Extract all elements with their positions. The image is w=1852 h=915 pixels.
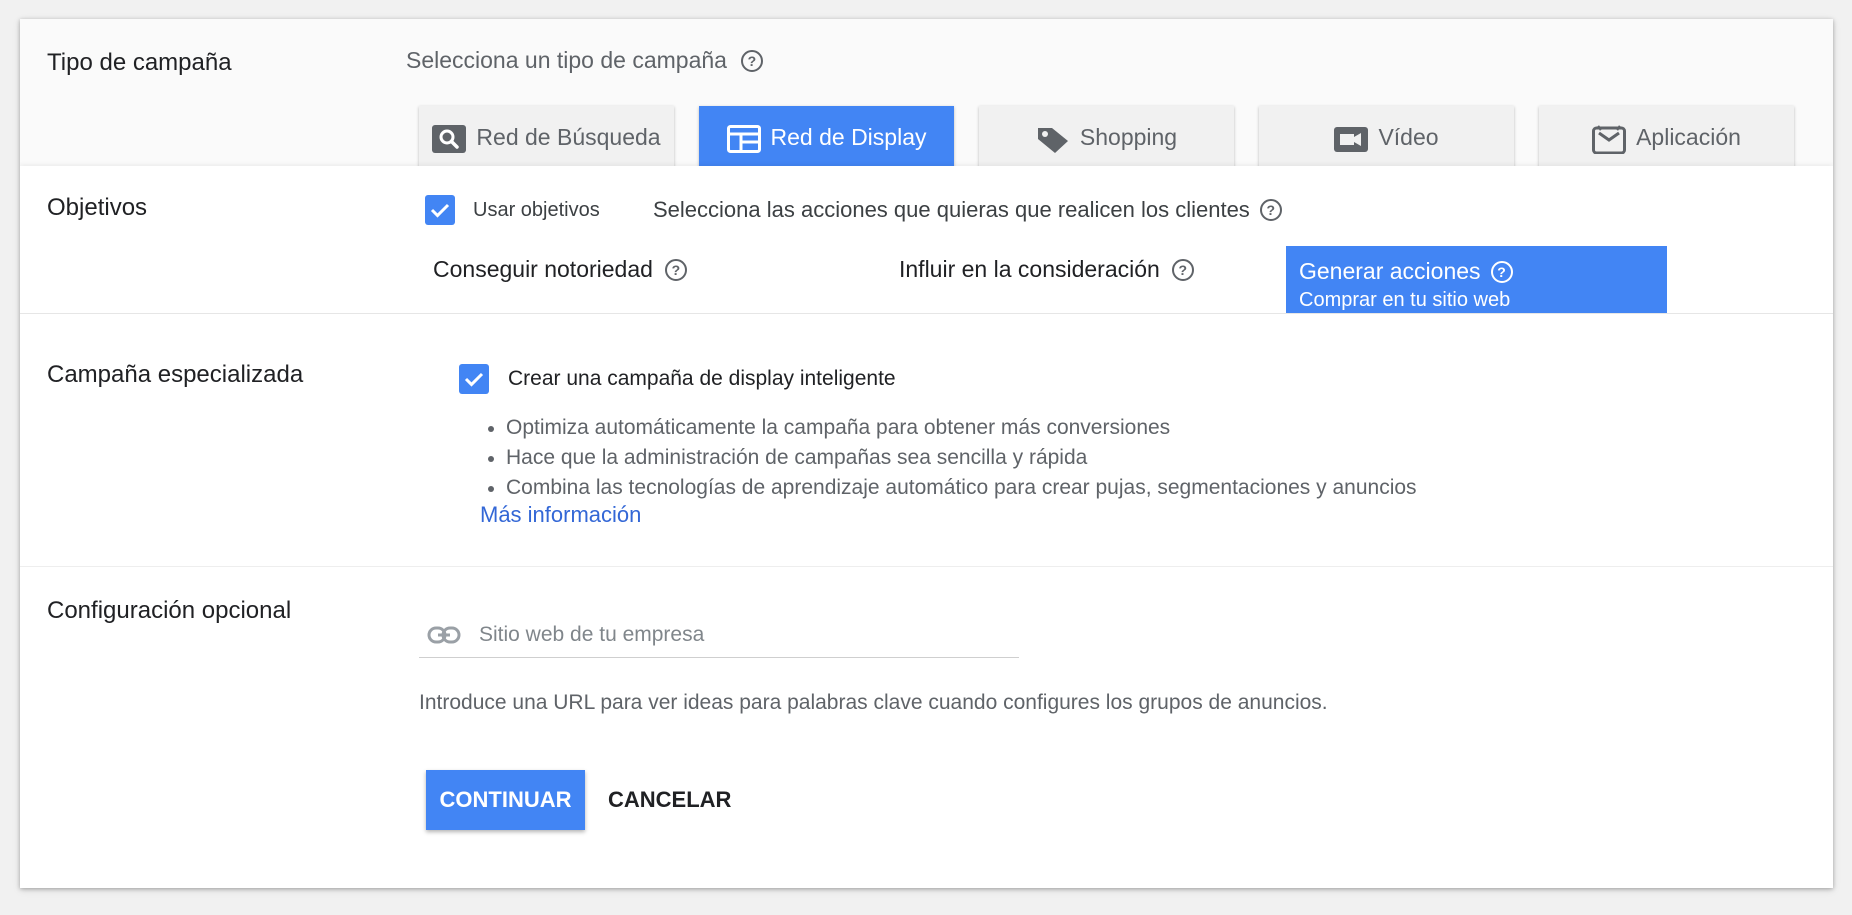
- display-icon: [726, 125, 761, 153]
- optional-title: Configuración opcional: [47, 597, 292, 624]
- website-input[interactable]: [479, 623, 979, 647]
- smart-display-label: Crear una campaña de display inteligente: [508, 367, 896, 390]
- tab-shopping[interactable]: Shopping: [979, 106, 1234, 166]
- tab-video[interactable]: Vídeo: [1259, 106, 1514, 166]
- checkbox-checked-icon[interactable]: [459, 364, 489, 394]
- specialized-campaign-section: Campaña especializada Crear una campaña …: [20, 313, 1833, 566]
- smart-display-checkbox[interactable]: Crear una campaña de display inteligente: [459, 364, 896, 394]
- campaign-type-title: Tipo de campaña: [47, 49, 232, 76]
- goal-label: Conseguir notoriedad: [433, 256, 653, 282]
- campaign-type-tabs: Red de Búsqueda Red de Display Shopping: [419, 106, 1794, 166]
- goal-action-selected[interactable]: Generar acciones ? Comprar en tu sitio w…: [1286, 246, 1667, 313]
- goal-selected-subtitle: Comprar en tu sitio web: [1299, 289, 1511, 311]
- campaign-card: Tipo de campaña Selecciona un tipo de ca…: [20, 19, 1833, 888]
- optional-config-section: Configuración opcional Introduce una URL…: [20, 566, 1833, 888]
- tag-icon: [1037, 128, 1068, 153]
- objectives-description-text: Selecciona las acciones que quieras que …: [653, 197, 1250, 222]
- checkbox-checked-icon[interactable]: [425, 195, 455, 225]
- tab-app[interactable]: Aplicación: [1539, 106, 1794, 166]
- tab-label: Red de Búsqueda: [476, 124, 661, 150]
- use-objectives-checkbox[interactable]: Usar objetivos: [425, 195, 600, 225]
- campaign-type-subtitle: Selecciona un tipo de campaña ?: [406, 47, 763, 74]
- continue-button[interactable]: CONTINUAR: [426, 770, 585, 830]
- objectives-section: Objetivos Usar objetivos Selecciona las …: [20, 166, 1833, 313]
- help-icon[interactable]: ?: [664, 258, 687, 281]
- website-field[interactable]: [419, 613, 1019, 658]
- tab-display-network[interactable]: Red de Display: [699, 106, 954, 166]
- website-hint: Introduce una URL para ver ideas para pa…: [419, 691, 1328, 714]
- link-icon: [427, 626, 461, 644]
- tab-label: Red de Display: [770, 124, 927, 150]
- video-icon: [1334, 127, 1369, 152]
- help-icon[interactable]: ?: [1490, 260, 1513, 283]
- goal-awareness[interactable]: Conseguir notoriedad ?: [433, 256, 687, 283]
- app-icon: [1592, 125, 1627, 154]
- more-info-link[interactable]: Más información: [480, 502, 641, 528]
- list-item: Combina las tecnologías de aprendizaje a…: [488, 473, 1417, 503]
- tab-search-network[interactable]: Red de Búsqueda: [419, 106, 674, 166]
- help-icon[interactable]: ?: [1171, 258, 1194, 281]
- cancel-button[interactable]: CANCELAR: [608, 770, 731, 830]
- goal-consideration[interactable]: Influir en la consideración ?: [899, 256, 1194, 283]
- campaign-type-section: Tipo de campaña Selecciona un tipo de ca…: [20, 19, 1833, 166]
- objectives-description: Selecciona las acciones que quieras que …: [653, 197, 1282, 223]
- help-icon[interactable]: ?: [1259, 199, 1282, 221]
- list-item: Optimiza automáticamente la campaña para…: [488, 413, 1417, 443]
- specialized-title: Campaña especializada: [47, 361, 304, 388]
- goal-selected-title: Generar acciones ?: [1299, 258, 1654, 285]
- objectives-title: Objetivos: [47, 194, 148, 221]
- tab-label: Shopping: [1079, 124, 1178, 150]
- goal-label: Generar acciones: [1299, 258, 1481, 284]
- search-icon: [432, 125, 467, 153]
- list-item: Hace que la administración de campañas s…: [488, 443, 1417, 473]
- campaign-type-subtitle-text: Selecciona un tipo de campaña: [406, 47, 727, 73]
- help-icon[interactable]: ?: [740, 49, 763, 72]
- benefits-list: Optimiza automáticamente la campaña para…: [488, 413, 1417, 503]
- goal-label: Influir en la consideración: [899, 256, 1160, 282]
- use-objectives-label: Usar objetivos: [473, 198, 600, 221]
- tab-label: Vídeo: [1378, 124, 1439, 150]
- tab-label: Aplicación: [1636, 124, 1741, 150]
